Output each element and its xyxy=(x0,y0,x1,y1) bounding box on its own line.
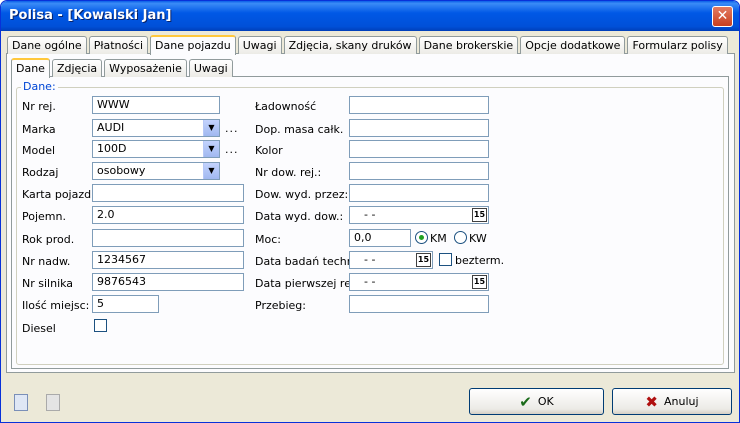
subtab-zdjecia[interactable]: Zdjęcia xyxy=(51,59,103,77)
bezterminowo-label: bezterm. xyxy=(455,254,505,267)
subtab-dane[interactable]: Dane xyxy=(11,58,50,78)
kolor-label: Kolor xyxy=(255,144,283,157)
nr-silnika-label: Nr silnika xyxy=(22,277,74,290)
ok-button[interactable]: ✔ OK xyxy=(469,388,604,415)
calendar-icon[interactable]: 15 xyxy=(416,253,431,267)
tab-dane-brokerskie[interactable]: Dane brokerskie xyxy=(418,36,519,54)
calendar-icon[interactable]: 15 xyxy=(472,208,487,222)
nr-rej-label: Nr rej. xyxy=(22,100,56,113)
model-more-button[interactable]: ... xyxy=(225,143,239,156)
window-title: Polisa - [Kowalski Jan] xyxy=(9,8,172,23)
cancel-button[interactable]: ✖ Anuluj xyxy=(612,388,732,415)
data-badan-input[interactable]: - - 15 xyxy=(349,251,433,269)
tab-formularz-polisy[interactable]: Formularz polisy xyxy=(627,36,728,54)
km-label: KM xyxy=(430,232,447,245)
diesel-checkbox[interactable] xyxy=(94,319,107,332)
marka-value: AUDI xyxy=(97,121,125,134)
dop-masa-label: Dop. masa całk. xyxy=(255,123,344,136)
nr-rej-input[interactable]: WWW xyxy=(92,96,220,114)
bezterminowo-checkbox[interactable] xyxy=(439,253,452,266)
tab-zdjecia-skany[interactable]: Zdjęcia, skany druków xyxy=(283,36,417,54)
rodzaj-value: osobowy xyxy=(97,164,146,177)
dialog-window: Polisa - [Kowalski Jan] ✕ Dane ogólne Pł… xyxy=(0,0,740,423)
rok-prod-label: Rok prod. xyxy=(22,233,75,246)
karta-pojazdu-label: Karta pojazdu: xyxy=(22,188,102,201)
rodzaj-label: Rodzaj xyxy=(22,166,59,179)
km-radio[interactable] xyxy=(415,231,428,244)
data-badan-value: - - xyxy=(364,253,376,266)
ok-label: OK xyxy=(537,395,554,408)
marka-select[interactable]: AUDI ▼ xyxy=(92,119,220,137)
tab-uwagi[interactable]: Uwagi xyxy=(237,36,282,54)
data-wyd-dow-label: Data wyd. dow.: xyxy=(255,210,344,223)
nr-silnika-input[interactable]: 9876543 xyxy=(92,273,244,291)
tab-dane-ogolne[interactable]: Dane ogólne xyxy=(7,36,87,54)
tab-dane-pojazdu[interactable]: Dane pojazdu xyxy=(150,35,236,55)
kolor-input[interactable] xyxy=(349,140,489,158)
model-value: 100D xyxy=(97,142,127,155)
data-wyd-dow-value: - - xyxy=(364,208,376,221)
nr-nadwozia-label: Nr nadw. xyxy=(22,255,71,268)
close-button[interactable]: ✕ xyxy=(712,6,733,27)
dow-wyd-przez-input[interactable] xyxy=(349,184,489,202)
chevron-down-icon[interactable]: ▼ xyxy=(203,163,219,179)
dow-wyd-przez-label: Dow. wyd. przez: xyxy=(255,188,349,201)
przebieg-input[interactable] xyxy=(349,295,489,313)
pojemnosc-input[interactable]: 2.0 xyxy=(92,206,244,224)
data-pierwszej-rej-label: Data pierwszej rej.: xyxy=(255,277,362,290)
karta-pojazdu-input[interactable] xyxy=(92,184,244,202)
paste-icon[interactable] xyxy=(46,394,60,411)
marka-more-button[interactable]: ... xyxy=(225,122,239,135)
calendar-icon[interactable]: 15 xyxy=(472,275,487,289)
ladownosc-input[interactable] xyxy=(349,96,489,114)
cancel-label: Anuluj xyxy=(664,395,699,408)
nr-nadwozia-input[interactable]: 1234567 xyxy=(92,251,244,269)
dop-masa-input[interactable] xyxy=(349,119,489,137)
title-bar[interactable]: Polisa - [Kowalski Jan] ✕ xyxy=(1,1,739,31)
moc-label: Moc: xyxy=(255,233,281,246)
ilosc-miejsc-label: Ilość miejsc: xyxy=(22,299,90,312)
close-icon: ✕ xyxy=(716,8,729,24)
nr-dow-rej-label: Nr dow. rej.: xyxy=(255,166,322,179)
subtab-wyposazenie[interactable]: Wyposażenie xyxy=(104,59,187,77)
rodzaj-select[interactable]: osobowy ▼ xyxy=(92,162,220,180)
diesel-label: Diesel xyxy=(22,322,56,335)
chevron-down-icon[interactable]: ▼ xyxy=(203,120,219,136)
ilosc-miejsc-input[interactable]: 5 xyxy=(92,295,159,313)
ladownosc-label: Ładowność xyxy=(255,100,317,113)
kw-radio[interactable] xyxy=(454,231,467,244)
przebieg-label: Przebieg: xyxy=(255,299,306,312)
rok-prod-input[interactable] xyxy=(92,229,244,247)
data-pierwszej-rej-input[interactable]: - - 15 xyxy=(349,273,489,291)
pojemnosc-label: Pojemn. xyxy=(22,210,66,223)
group-label: Dane: xyxy=(21,80,58,93)
kw-label: KW xyxy=(469,232,487,245)
marka-label: Marka xyxy=(22,123,56,136)
data-badan-label: Data badań techn.: xyxy=(255,255,361,268)
tab-opcje-dodatkowe[interactable]: Opcje dodatkowe xyxy=(520,36,626,54)
moc-input[interactable]: 0,0 xyxy=(349,229,411,247)
model-label: Model xyxy=(22,144,56,157)
data-pierwszej-rej-value: - - xyxy=(364,275,376,288)
copy-icon[interactable] xyxy=(14,394,28,411)
checkmark-icon: ✔ xyxy=(519,392,532,411)
data-wyd-dow-input[interactable]: - - 15 xyxy=(349,206,489,224)
chevron-down-icon[interactable]: ▼ xyxy=(203,141,219,157)
nr-dow-rej-input[interactable] xyxy=(349,162,489,180)
subtab-uwagi[interactable]: Uwagi xyxy=(188,59,233,77)
main-tabs: Dane ogólne Płatności Dane pojazdu Uwagi… xyxy=(7,34,730,55)
model-select[interactable]: 100D ▼ xyxy=(92,140,220,158)
tab-platnosci[interactable]: Płatności xyxy=(88,36,149,54)
vehicle-subtabs: Dane Zdjęcia Wyposażenie Uwagi xyxy=(11,57,235,78)
cancel-x-icon: ✖ xyxy=(645,392,658,411)
